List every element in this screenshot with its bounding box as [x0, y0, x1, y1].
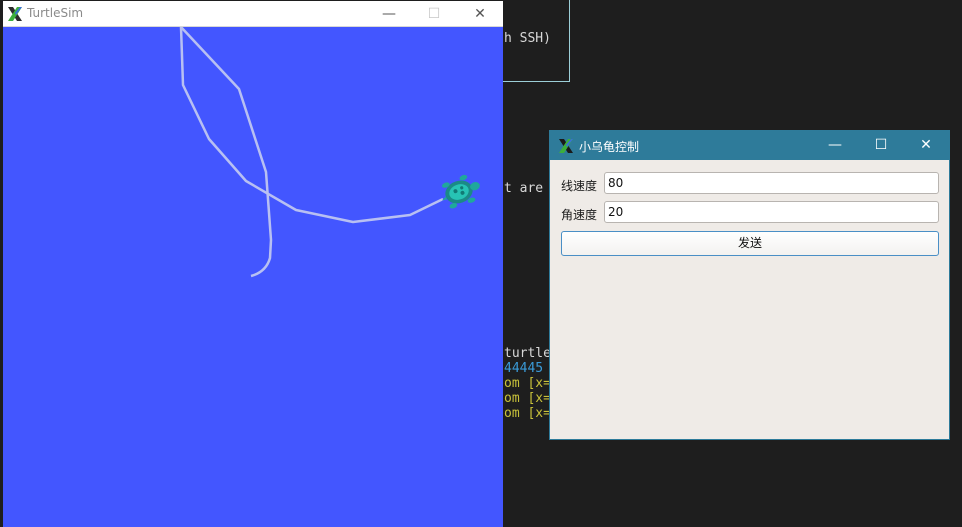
linear-speed-input[interactable]: [604, 172, 939, 194]
minimize-button[interactable]: —: [375, 4, 403, 24]
turtle-canvas: [3, 27, 503, 527]
angular-speed-label: 角速度: [561, 208, 598, 222]
maximize-button[interactable]: ☐: [420, 4, 448, 24]
turtle-control-dialog: 小乌龟控制 — ☐ ✕ 线速度 角速度 发送: [549, 130, 950, 440]
angular-speed-input[interactable]: [604, 201, 939, 223]
x-app-icon: [559, 139, 573, 153]
dialog-titlebar[interactable]: 小乌龟控制 — ☐ ✕: [550, 131, 949, 160]
minimize-button[interactable]: —: [812, 131, 858, 160]
close-button[interactable]: ✕: [903, 131, 949, 160]
canvas-background: [3, 27, 503, 527]
terminal-line: h SSH): [504, 31, 551, 46]
dialog-title: 小乌龟控制: [579, 140, 640, 154]
turtlesim-titlebar[interactable]: TurtleSim — ☐ ✕: [3, 1, 503, 27]
terminal-line: 44445: [504, 361, 544, 376]
terminal-line: turtle: [504, 346, 551, 361]
close-button[interactable]: ✕: [466, 4, 494, 24]
terminal-line: om [x=: [504, 391, 551, 406]
maximize-button[interactable]: ☐: [858, 131, 904, 160]
turtlesim-window: TurtleSim — ☐ ✕: [3, 1, 503, 527]
window-title: TurtleSim: [27, 6, 84, 20]
linear-speed-label: 线速度: [561, 179, 598, 193]
terminal-line: om [x=: [504, 406, 551, 421]
terminal-line: t are: [504, 181, 544, 196]
terminal-line: om [x=: [504, 376, 551, 391]
send-button[interactable]: 发送: [561, 231, 939, 256]
x-app-icon: [8, 7, 22, 21]
